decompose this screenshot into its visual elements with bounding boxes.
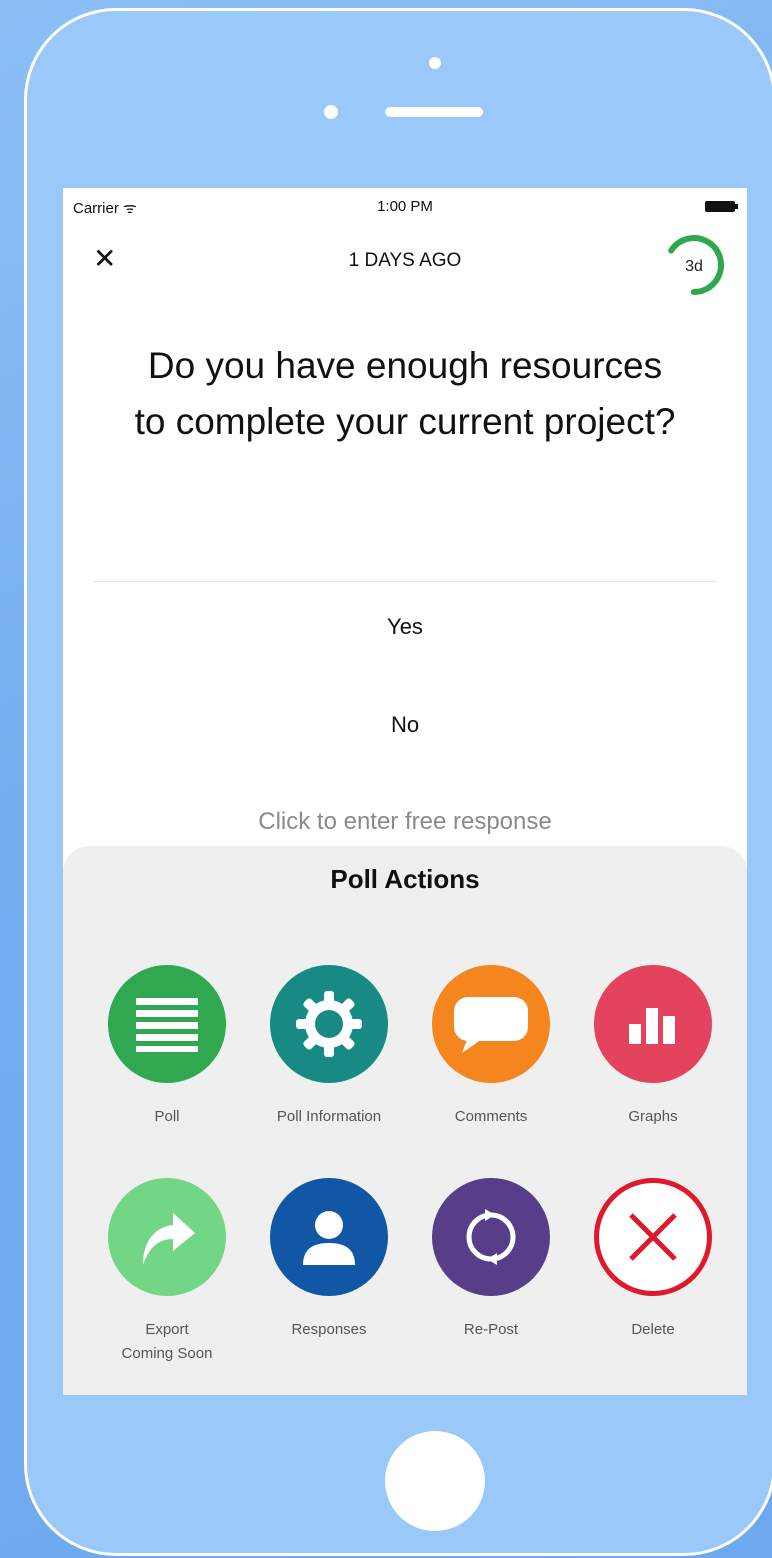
speech-bubble-icon [432, 965, 550, 1083]
export-label: Export Coming Soon [121, 1321, 213, 1362]
close-circle-icon [594, 1178, 712, 1296]
days-ago-label: 1 DAYS AGO [348, 250, 462, 271]
delete-label: Delete [631, 1321, 675, 1338]
poll-label: Poll [154, 1108, 180, 1125]
poll-information-button[interactable]: Poll Information [254, 965, 404, 1129]
option-yes[interactable]: Yes [63, 614, 747, 640]
responses-button[interactable]: Responses [254, 1178, 404, 1342]
graphs-button[interactable]: Graphs [578, 965, 728, 1129]
export-button[interactable]: Export Coming Soon [92, 1178, 242, 1366]
repost-button[interactable]: Re-Post [416, 1178, 566, 1342]
responses-label: Responses [291, 1321, 367, 1338]
free-response-input[interactable]: Click to enter free response [63, 808, 747, 836]
divider [93, 581, 717, 582]
timer-label: 3d [685, 258, 703, 275]
gear-icon [270, 965, 388, 1083]
share-arrow-icon [108, 1178, 226, 1296]
sheet-title: Poll Actions [330, 864, 480, 894]
status-time: 1:00 PM [377, 198, 433, 215]
app-screen: Carrier ᯤ 1:00 PM ✕ 1 DAYS AGO 3d Do you… [63, 188, 747, 1395]
timer-ring-icon: 3d [664, 235, 724, 295]
list-icon [108, 965, 226, 1083]
home-button[interactable] [385, 1431, 485, 1531]
comments-button[interactable]: Comments [416, 965, 566, 1129]
option-no[interactable]: No [63, 712, 747, 738]
poll-question: Do you have enough resources to complete… [134, 345, 676, 442]
refresh-icon [432, 1178, 550, 1296]
earpiece-speaker [385, 107, 483, 117]
battery-icon [705, 201, 738, 212]
status-bar: Carrier ᯤ 1:00 PM [63, 188, 747, 224]
comments-label: Comments [454, 1108, 528, 1125]
front-camera [429, 57, 441, 69]
bar-chart-icon [594, 965, 712, 1083]
poll-button[interactable]: Poll [92, 965, 242, 1129]
delete-button[interactable]: Delete [578, 1178, 728, 1342]
poll-actions-sheet: Poll Actions Poll Poll Information Comme… [63, 846, 747, 1395]
graphs-label: Graphs [628, 1108, 678, 1125]
poll-information-label: Poll Information [276, 1108, 382, 1125]
person-icon [270, 1178, 388, 1296]
repost-label: Re-Post [463, 1321, 519, 1338]
proximity-sensor [324, 105, 338, 119]
